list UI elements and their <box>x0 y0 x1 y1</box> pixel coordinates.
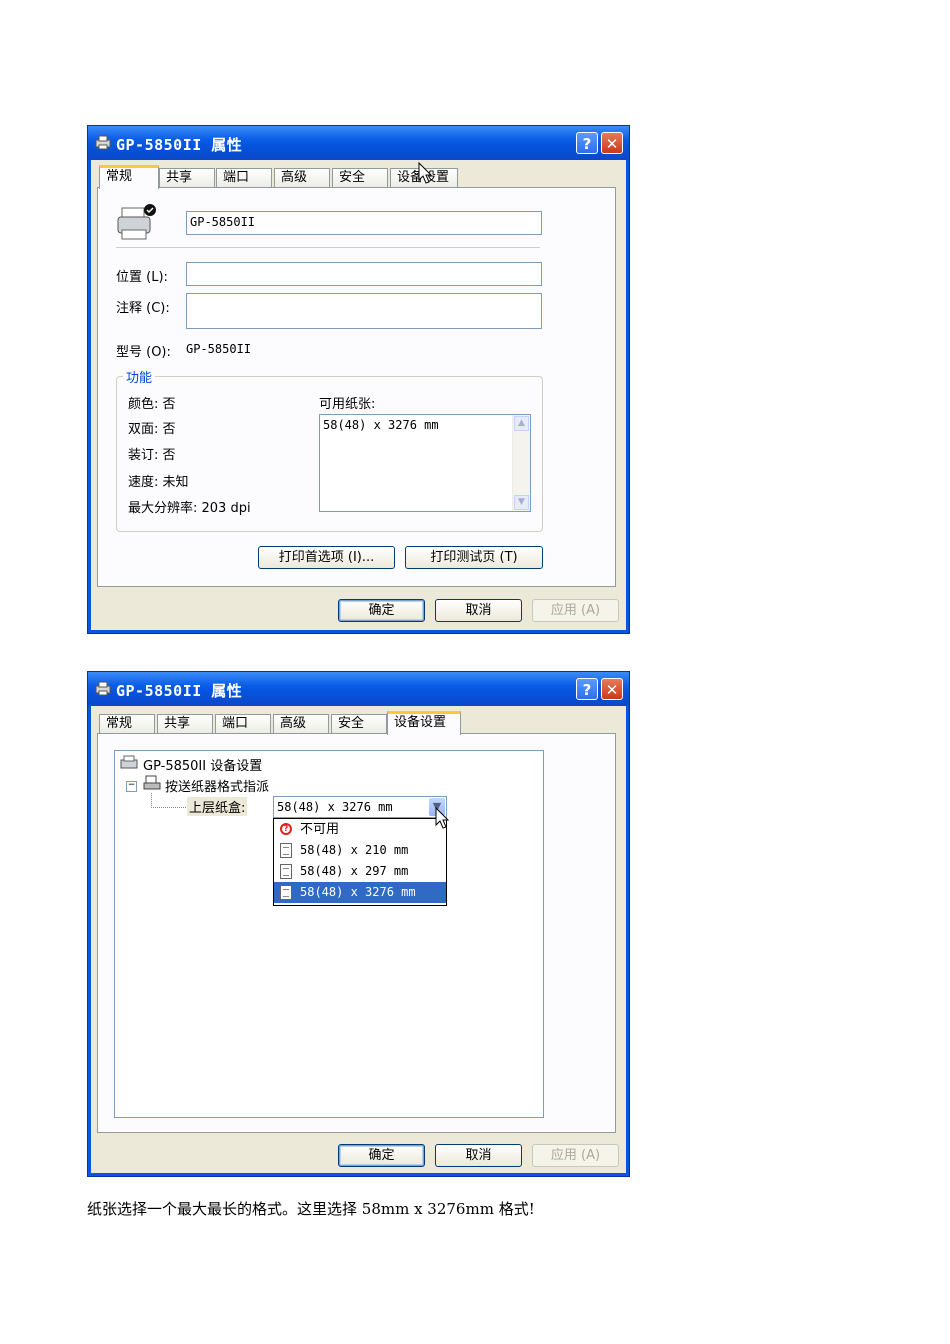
unavailable-icon: ? <box>280 823 292 835</box>
tab-security[interactable]: 安全 <box>332 168 388 188</box>
mouse-cursor-icon <box>418 162 433 184</box>
ok-button[interactable]: 确定 <box>338 1144 425 1167</box>
mouse-cursor-icon <box>435 807 450 829</box>
staple-feature: 装订: 否 <box>128 448 176 463</box>
tree-root-label[interactable]: GP-5850II 设备设置 <box>143 755 262 774</box>
option-label: 不可用 <box>300 822 340 837</box>
location-label: 位置 (L): <box>116 270 168 285</box>
caption-text: 纸张选择一个最大最长的格式。这里选择 58mm x 3276mm 格式! <box>87 1200 535 1218</box>
list-item[interactable]: 58(48) x 3276 mm <box>323 418 439 432</box>
close-button[interactable]: ✕ <box>601 132 623 154</box>
tab-security[interactable]: 安全 <box>331 714 387 734</box>
tab-advanced[interactable]: 高级 <box>274 168 330 188</box>
upper-tray-label: 上层纸盒: <box>187 797 248 816</box>
scrollbar[interactable]: ▲ ▼ <box>512 415 530 511</box>
option-3276mm[interactable]: 58(48) x 3276 mm <box>274 882 446 903</box>
scroll-up-icon[interactable]: ▲ <box>514 416 529 431</box>
option-unavailable[interactable]: ? 不可用 <box>274 819 446 840</box>
tab-ports[interactable]: 端口 <box>216 168 272 188</box>
printing-preferences-button[interactable]: 打印首选项 (I)... <box>258 546 395 569</box>
option-297mm[interactable]: 58(48) x 297 mm <box>274 861 446 882</box>
option-210mm[interactable]: 58(48) x 210 mm <box>274 840 446 861</box>
apply-button[interactable]: 应用 (A) <box>532 599 619 622</box>
tree-connector <box>151 793 186 808</box>
cancel-button[interactable]: 取消 <box>435 1144 522 1167</box>
tab-advanced[interactable]: 高级 <box>273 714 329 734</box>
tab-sharing[interactable]: 共享 <box>157 714 213 734</box>
tab-ports[interactable]: 端口 <box>215 714 271 734</box>
document-icon <box>280 885 292 900</box>
duplex-feature: 双面: 否 <box>128 422 176 437</box>
cancel-button[interactable]: 取消 <box>435 599 522 622</box>
window-title: GP-5850II 属性 <box>116 136 243 154</box>
color-feature: 颜色: 否 <box>128 397 176 412</box>
scroll-down-icon[interactable]: ▼ <box>514 495 529 510</box>
settings-tree[interactable]: GP-5850II 设备设置 − 按送纸器格式指派 上层纸盒: 58(48) x… <box>114 750 544 1118</box>
printer-icon <box>95 681 111 696</box>
tab-general[interactable]: 常规 <box>99 165 159 189</box>
dialog-body: 常规 共享 端口 高级 安全 设备设置 GP-5850II 设备设置 − 按送纸… <box>91 706 626 1173</box>
resolution-feature: 最大分辨率: 203 dpi <box>128 501 251 516</box>
printer-settings-icon <box>120 755 138 769</box>
speed-feature: 速度: 未知 <box>128 475 189 490</box>
title-bar[interactable]: GP-5850II 属性 ? ✕ <box>88 672 629 706</box>
upper-tray-dropdown[interactable]: 58(48) x 3276 mm <box>273 796 447 818</box>
document-icon <box>280 843 292 858</box>
tab-general[interactable]: 常规 <box>99 714 155 734</box>
dropdown-list[interactable]: ? 不可用 58(48) x 210 mm 58(48) x 297 mm 58… <box>273 818 447 906</box>
option-label: 58(48) x 210 mm <box>300 843 409 857</box>
comment-label: 注释 (C): <box>116 301 170 316</box>
model-value: GP-5850II <box>186 342 252 356</box>
apply-button[interactable]: 应用 (A) <box>532 1144 619 1167</box>
general-tab-page: GP-5850II 位置 (L): 注释 (C): 型号 (O): GP-585… <box>97 187 616 587</box>
ok-button[interactable]: 确定 <box>338 599 425 622</box>
help-button[interactable]: ? <box>576 132 598 154</box>
device-settings-tab-page: GP-5850II 设备设置 − 按送纸器格式指派 上层纸盒: 58(48) x… <box>97 733 616 1133</box>
tab-device-settings[interactable]: 设备设置 <box>387 711 461 735</box>
comment-input[interactable] <box>186 293 542 329</box>
option-label: 58(48) x 3276 mm <box>300 885 416 899</box>
location-input[interactable] <box>186 262 542 286</box>
properties-dialog-device-settings: GP-5850II 属性 ? ✕ 常规 共享 端口 高级 安全 设备设置 GP-… <box>87 671 630 1177</box>
dialog-body: 常规 共享 端口 高级 安全 设备设置 GP-5850II 位置 (L): 注释… <box>91 160 626 630</box>
title-bar[interactable]: GP-5850II 属性 ? ✕ <box>88 126 629 160</box>
separator <box>116 247 540 248</box>
tab-sharing[interactable]: 共享 <box>159 168 215 188</box>
printer-large-icon <box>117 204 156 240</box>
option-label: 58(48) x 297 mm <box>300 864 409 878</box>
features-group: 功能 颜色: 否 双面: 否 装订: 否 速度: 未知 最大分辨率: 203 d… <box>116 367 543 532</box>
printer-name-input[interactable]: GP-5850II <box>186 211 542 235</box>
document-icon <box>280 864 292 879</box>
paper-list[interactable]: 58(48) x 3276 mm ▲ ▼ <box>319 414 531 512</box>
close-button[interactable]: ✕ <box>601 678 623 700</box>
model-label: 型号 (O): <box>116 345 171 360</box>
paper-tray-icon <box>143 775 161 790</box>
paper-available-label: 可用纸张: <box>319 397 376 412</box>
collapse-icon[interactable]: − <box>126 781 137 792</box>
features-group-label: 功能 <box>123 367 156 386</box>
help-button[interactable]: ? <box>576 678 598 700</box>
properties-dialog-general: GP-5850II 属性 ? ✕ 常规 共享 端口 高级 安全 设备设置 GP-… <box>87 125 630 634</box>
printer-icon <box>95 135 111 150</box>
print-test-page-button[interactable]: 打印测试页 (T) <box>405 546 543 569</box>
window-title: GP-5850II 属性 <box>116 682 243 700</box>
